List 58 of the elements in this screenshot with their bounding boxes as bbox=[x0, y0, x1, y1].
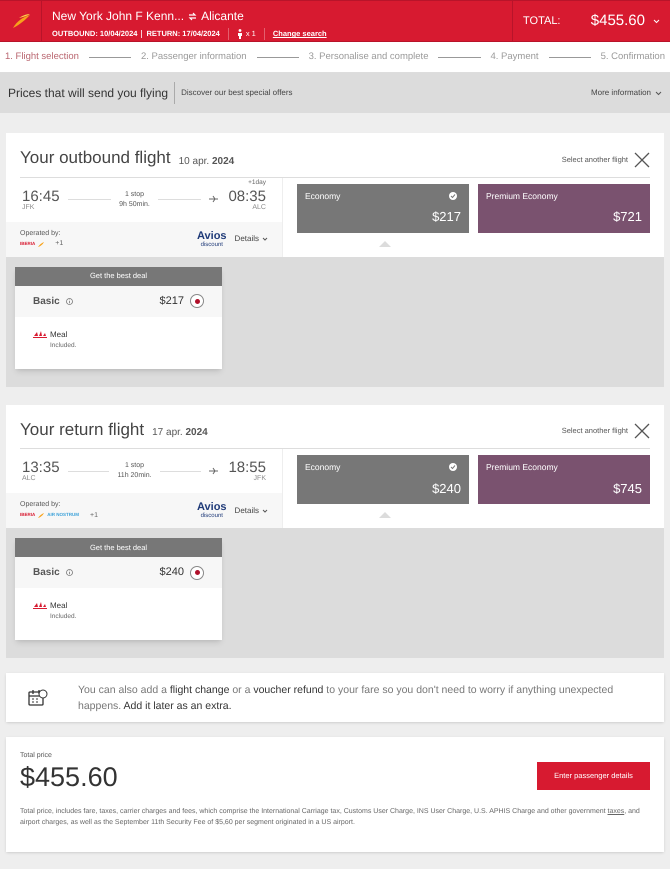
flight-date: 10 apr. 2024 bbox=[178, 154, 234, 168]
info-text: You can also add a flight change or a voucher refund to your fare so you don't need to worry if anything unexpected happens. Add it later as an extra. bbox=[78, 682, 614, 714]
fare-option[interactable]: Premium Economy $745 bbox=[478, 455, 650, 504]
more-information-link[interactable]: More information bbox=[590, 87, 662, 99]
selection-pointer bbox=[379, 512, 391, 518]
chevron-down-icon bbox=[653, 18, 660, 24]
radio-button[interactable] bbox=[190, 294, 204, 308]
promo-title: Prices that will send you flying bbox=[8, 85, 168, 102]
airline-logo-icon bbox=[38, 242, 44, 247]
plane-icon bbox=[209, 195, 218, 204]
departure-time: 16:45 bbox=[22, 188, 60, 204]
chevron-down-icon bbox=[262, 237, 268, 241]
details-link[interactable]: Details bbox=[234, 504, 259, 516]
info-icon bbox=[66, 298, 73, 304]
step-label: 1. Flight selection bbox=[5, 50, 79, 64]
total-label: TOTAL: bbox=[523, 14, 560, 29]
fare-option[interactable]: Premium Economy $721 bbox=[478, 184, 650, 232]
departure-time: 13:35 bbox=[22, 460, 60, 475]
calendar-icon bbox=[28, 688, 48, 706]
header-total: $455.60 bbox=[590, 10, 645, 31]
fare-price: $217 bbox=[160, 294, 184, 309]
step-label: 4. Payment bbox=[490, 50, 539, 64]
close-icon bbox=[634, 152, 650, 168]
selection-pointer bbox=[379, 240, 391, 246]
feature-name: Meal bbox=[50, 600, 68, 611]
fare-price: $240 bbox=[160, 565, 184, 580]
fare-name: Basic bbox=[33, 294, 60, 308]
airline-logo-icon bbox=[38, 513, 44, 518]
fare-name: Basic bbox=[33, 566, 60, 580]
chevron-down-icon bbox=[655, 90, 662, 96]
step-label: 2. Passenger information bbox=[140, 50, 247, 64]
arrival-time: 08:35 bbox=[228, 188, 266, 204]
swap-icon bbox=[188, 12, 198, 20]
info-icon bbox=[66, 569, 73, 576]
route-destination: Alicante bbox=[201, 8, 244, 25]
feature-name: Meal bbox=[50, 328, 68, 340]
avios-label: Avios bbox=[197, 502, 227, 513]
airline-logo-icon bbox=[10, 13, 30, 29]
check-icon bbox=[449, 192, 457, 200]
promo-subtitle: Discover our best special offers bbox=[181, 87, 293, 99]
total-price: $455.60 bbox=[20, 762, 118, 792]
meal-icon bbox=[33, 601, 47, 609]
check-icon bbox=[449, 463, 457, 472]
arrival-time: 18:55 bbox=[228, 460, 266, 475]
details-link[interactable]: Details bbox=[234, 233, 259, 245]
meal-icon bbox=[33, 330, 47, 338]
plane-icon bbox=[209, 466, 218, 476]
avios-label: Avios bbox=[197, 230, 227, 242]
passenger-icon bbox=[236, 29, 243, 39]
step-label: 5. Confirmation bbox=[600, 50, 665, 64]
flight-title: Your outbound flight bbox=[20, 147, 171, 169]
radio-button[interactable] bbox=[190, 566, 204, 580]
step-label: 3. Personalise and complete bbox=[308, 50, 428, 64]
flight-title: Your return flight bbox=[20, 418, 144, 440]
route-origin: New York John F Kenn... bbox=[52, 8, 184, 25]
chevron-down-icon bbox=[262, 508, 268, 512]
close-icon bbox=[634, 423, 650, 439]
flight-date: 17 apr. 2024 bbox=[152, 426, 208, 440]
